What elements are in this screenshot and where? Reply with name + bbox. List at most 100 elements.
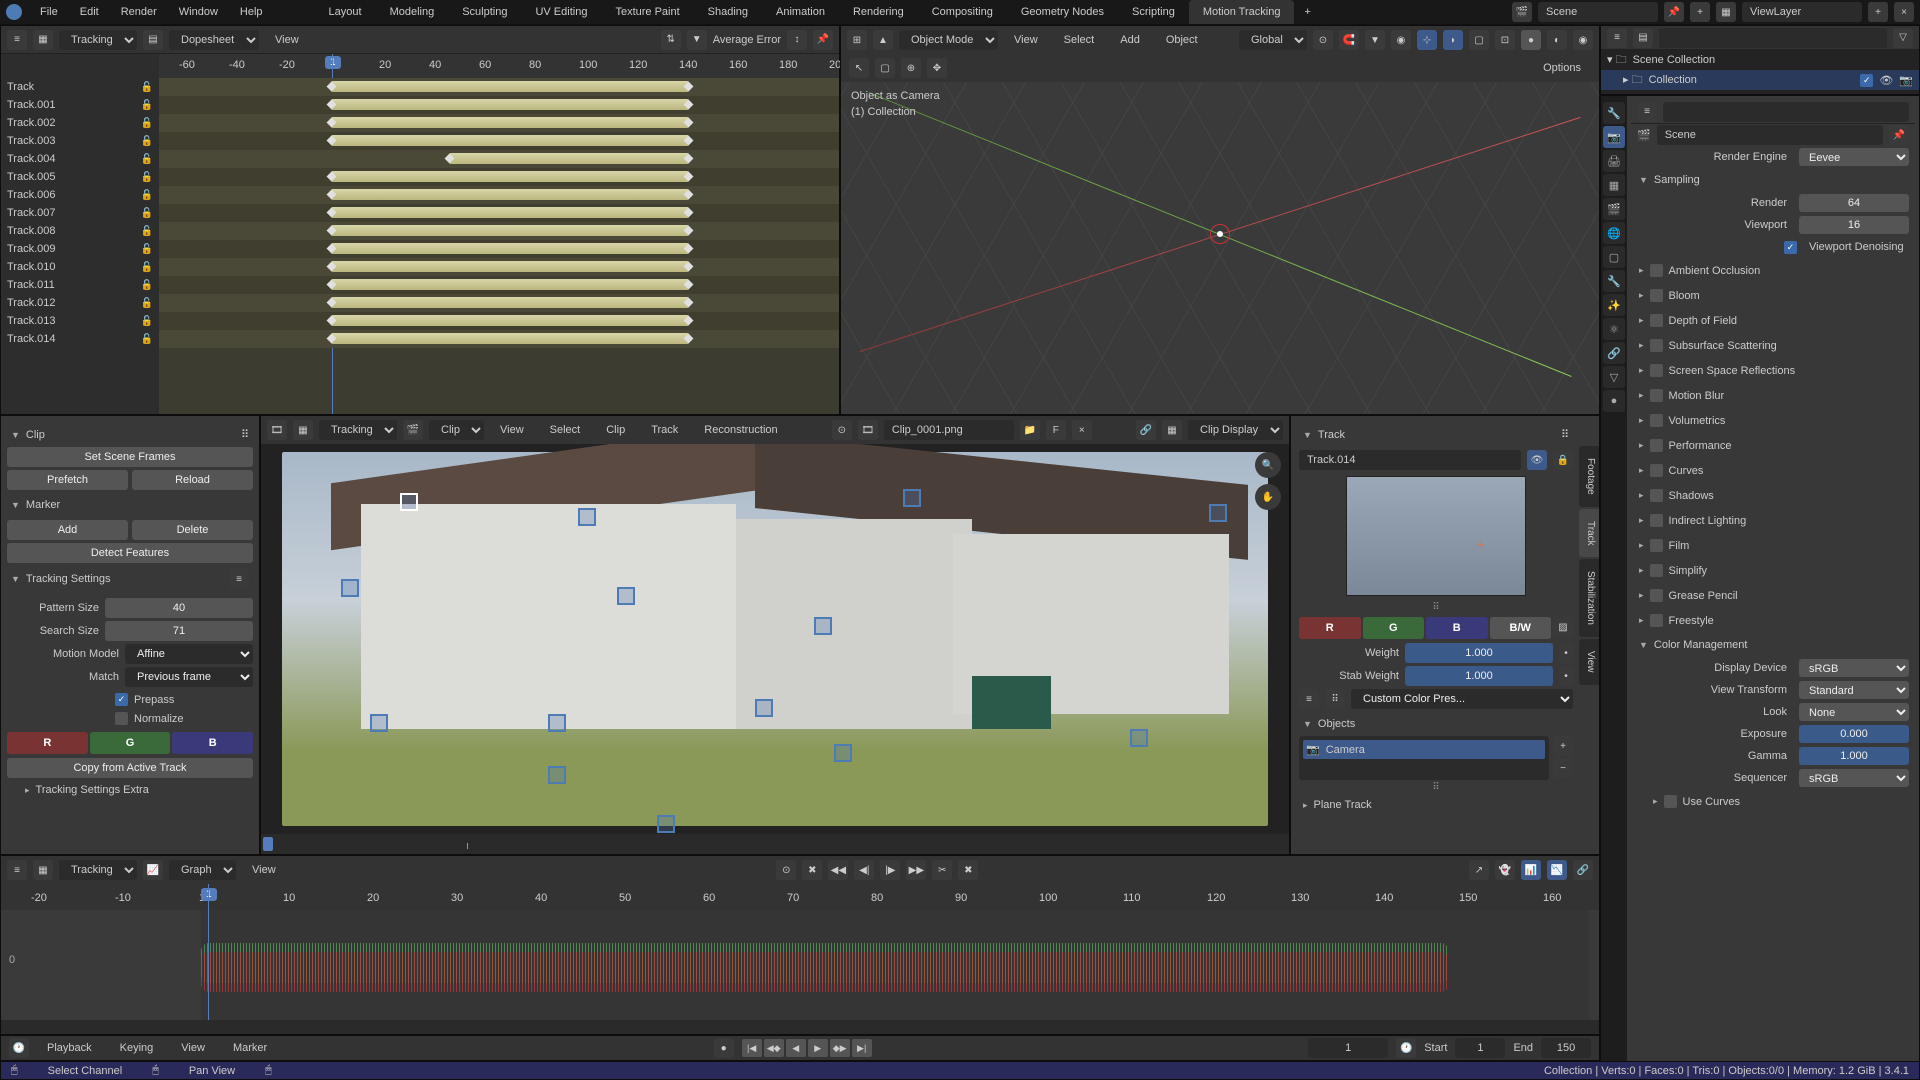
dopesheet-row[interactable] [159,150,839,168]
panel-checkbox[interactable] [1650,414,1663,427]
filter-hidden-icon[interactable]: 👻 [1495,860,1515,880]
3d-cursor[interactable] [1210,224,1230,244]
grip-icon[interactable]: ⠿ [1299,602,1573,613]
clip-canvas[interactable]: 🔍 ✋ [261,444,1289,834]
editor-type-icon[interactable]: ≡ [7,860,27,880]
tab-viewlayer[interactable]: ▦ [1603,174,1625,196]
outliner-collection[interactable]: ▸ 🗀 Collection ✓ 👁 📷 [1601,70,1919,90]
track-channel[interactable]: Track.009🔓 [1,240,159,258]
panel-header[interactable]: ▸Film [1631,533,1915,558]
lock-icon[interactable]: 🔓 [141,226,153,237]
editor-type-icon[interactable]: ≡ [1637,102,1657,122]
dopesheet-row[interactable] [159,204,839,222]
clip-type-icon[interactable]: 🎬 [403,420,423,440]
move-icon[interactable]: ✥ [927,58,947,78]
plane-track-title[interactable]: ▸Plane Track [1299,793,1573,817]
scene-datablock[interactable] [1657,125,1883,145]
select-box-icon[interactable]: ▢ [875,58,895,78]
viewport-denoising-checkbox[interactable]: ✓ [1784,241,1797,254]
panel-header[interactable]: ▸Indirect Lighting [1631,508,1915,533]
tab-constraint[interactable]: 🔗 [1603,342,1625,364]
graph-scrollbar[interactable] [1,1020,1599,1034]
delete-marker-button[interactable]: Delete [132,520,253,540]
new-viewlayer-icon[interactable]: + [1868,2,1888,22]
playback-menu[interactable]: Playback [37,1038,102,1058]
clip-display[interactable]: Clip Display [1188,420,1283,440]
tab-footage[interactable]: Footage [1579,446,1599,507]
panel-header[interactable]: ▸Simplify [1631,558,1915,583]
clip-scrubber[interactable] [261,834,1289,854]
objects-panel-title[interactable]: ▼Objects [1299,712,1573,736]
track-panel-title[interactable]: ▼Track⠿ [1299,422,1573,447]
stab-weight[interactable] [1405,666,1553,686]
track-marker[interactable] [400,493,418,511]
clip-view-menu[interactable]: View [490,420,534,440]
track-back1-icon[interactable]: ◀| [854,860,874,880]
track-channel[interactable]: Track.006🔓 [1,186,159,204]
channel-b-button[interactable]: B [172,732,253,754]
view3d-canvas[interactable]: ↖ ▢ ⊕ ✥ Options Object as Camera (1) Col… [841,54,1599,414]
gizmo-icon[interactable]: ⊹ [1417,30,1437,50]
track-channel[interactable]: Track.014🔓 [1,330,159,348]
panel-header[interactable]: ▸Motion Blur [1631,383,1915,408]
dopesheet-row[interactable] [159,132,839,150]
lock-icon[interactable]: 🔓 [141,316,153,327]
track-channel[interactable]: Track.011🔓 [1,276,159,294]
editor-type-icon[interactable]: ≡ [7,30,27,50]
fake-user-icon[interactable]: F [1046,420,1066,440]
play-icon[interactable]: ▶ [808,1039,828,1057]
shading-solid-icon[interactable]: ● [1521,30,1541,50]
auto-key-icon[interactable]: ● [714,1038,734,1058]
track-channel[interactable]: Track.002🔓 [1,114,159,132]
track-channel[interactable]: Track.005🔓 [1,168,159,186]
tab-render[interactable]: 📷 [1603,126,1625,148]
outliner-scene-collection[interactable]: ▾ 🗀 Scene Collection [1601,50,1919,70]
exposure[interactable] [1799,725,1909,743]
track-back-icon[interactable]: ◀◀ [828,860,848,880]
marker-panel-title[interactable]: ▼Marker [7,493,253,517]
view3d-select-menu[interactable]: Select [1054,30,1105,50]
tab-view[interactable]: View [1579,639,1599,685]
panel-checkbox[interactable] [1650,364,1663,377]
panel-checkbox[interactable] [1650,264,1663,277]
dopesheet-row[interactable] [159,222,839,240]
panel-header[interactable]: ▸Freestyle [1631,608,1915,633]
track-marker[interactable] [903,489,921,507]
tracking-mode-icon[interactable]: ▦ [33,30,53,50]
dopesheet-row[interactable] [159,168,839,186]
keying-menu[interactable]: Keying [110,1038,164,1058]
track-marker[interactable] [814,617,832,635]
clear-icon[interactable]: ✖ [802,860,822,880]
view3d-options[interactable]: Options [1533,58,1591,78]
playhead[interactable] [208,884,209,1034]
pan-icon[interactable]: ✋ [1255,484,1281,510]
lock-icon[interactable]: 🔓 [141,262,153,273]
track-marker[interactable] [370,714,388,732]
render-engine[interactable]: Eevee [1799,148,1909,166]
dopesheet-row[interactable] [159,294,839,312]
workspace-tab[interactable]: Texture Paint [601,0,693,24]
dopesheet-area[interactable]: 1 -60-40-2020406080100120140160180200 [159,54,839,414]
panel-checkbox[interactable] [1650,389,1663,402]
tab-scene[interactable]: 🎬 [1603,198,1625,220]
jump-end-icon[interactable]: ▶| [852,1039,872,1057]
tab-world[interactable]: 🌐 [1603,222,1625,244]
add-workspace-button[interactable]: + [1294,0,1320,24]
clip-panel-title[interactable]: ▼Clip⠿ [7,422,253,447]
jump-start-icon[interactable]: |◀ [742,1039,762,1057]
channel-bw-button[interactable]: B/W [1490,617,1552,639]
look[interactable]: None [1799,703,1909,721]
sort-axis-icon[interactable]: ↕ [787,30,807,50]
panel-header[interactable]: ▸Bloom [1631,283,1915,308]
match[interactable]: Previous frame [125,667,253,687]
sequencer-colorspace[interactable]: sRGB [1799,769,1909,787]
color-preset[interactable]: Custom Color Pres... [1351,689,1573,709]
grip-icon[interactable]: ⠿ [1299,782,1573,793]
panel-header[interactable]: ▸Performance [1631,433,1915,458]
open-icon[interactable]: 📁 [1020,420,1040,440]
track-marker[interactable] [617,587,635,605]
editor-type-icon[interactable]: ≡ [1607,28,1627,48]
prepass-checkbox[interactable]: ✓ [115,693,128,706]
track-channel[interactable]: Track.013🔓 [1,312,159,330]
panel-checkbox[interactable] [1650,439,1663,452]
